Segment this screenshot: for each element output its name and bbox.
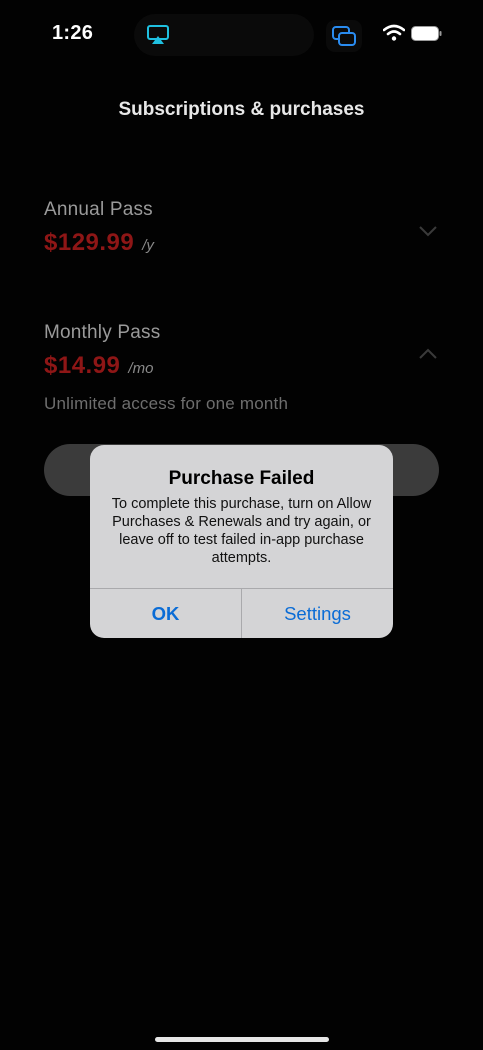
status-bar: 1:26: [0, 0, 483, 70]
plan-period: /mo: [128, 360, 154, 377]
plan-title: Annual Pass: [44, 199, 153, 220]
status-time: 1:26: [52, 22, 94, 44]
plan-period: /y: [142, 237, 154, 254]
price-line: $129.99/y: [44, 229, 444, 259]
purchase-failed-alert: Purchase Failed To complete this purchas…: [90, 445, 393, 638]
alert-title: Purchase Failed: [168, 468, 315, 489]
airplay-icon[interactable]: [146, 24, 170, 46]
ok-button[interactable]: OK: [90, 589, 241, 638]
price-line: $14.99/mo: [44, 352, 444, 382]
plan-card-annual[interactable]: Annual Pass $129.99/y: [44, 199, 444, 259]
chevron-up-icon[interactable]: [418, 347, 438, 365]
home-indicator[interactable]: [155, 1037, 329, 1042]
alert-actions: OK Settings: [90, 588, 393, 638]
plan-title: Monthly Pass: [44, 322, 161, 343]
page-title: Subscriptions & purchases: [118, 99, 365, 120]
settings-button[interactable]: Settings: [242, 589, 393, 638]
wifi-icon: [382, 24, 406, 46]
screen-mirror-icon[interactable]: [326, 20, 362, 52]
chevron-down-icon[interactable]: [418, 224, 438, 242]
alert-message: To complete this purchase, turn on Allow…: [111, 496, 372, 566]
plan-price: $129.99: [44, 229, 135, 256]
plan-description: Unlimited access for one month: [44, 394, 289, 413]
plan-card-monthly[interactable]: Monthly Pass $14.99/mo Unlimited access …: [44, 322, 444, 414]
plan-price: $14.99: [44, 352, 121, 379]
battery-icon: [411, 26, 442, 41]
